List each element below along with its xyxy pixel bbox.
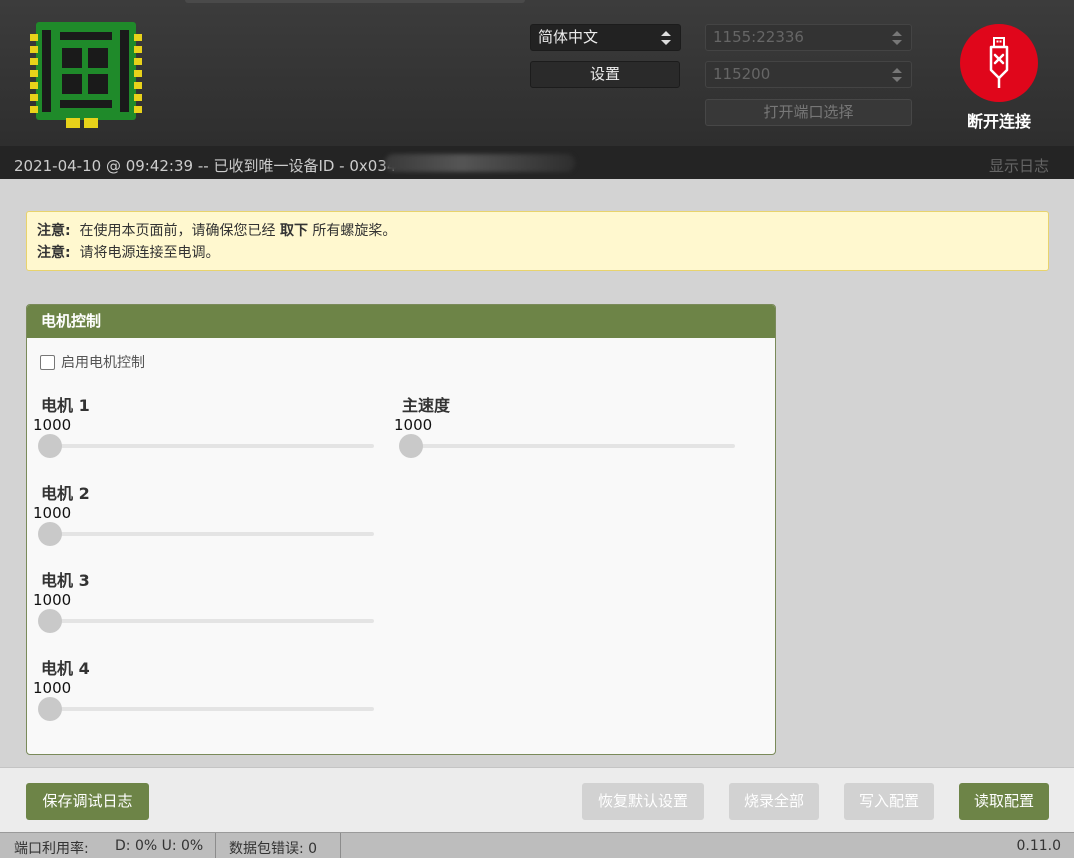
select-arrows-icon bbox=[892, 68, 902, 82]
enable-motor-checkbox[interactable] bbox=[40, 354, 55, 370]
warning-notice: 注意: 在使用本页面前，请确保您已经 取下 所有螺旋桨。 注意: 请将电源连接至… bbox=[26, 211, 1049, 271]
port-select-value: 1155:22336 bbox=[713, 28, 804, 46]
enable-motor-control[interactable]: 启用电机控制 bbox=[40, 352, 145, 372]
packet-errors: 数据包错误: 0 bbox=[229, 841, 318, 857]
motor-2-control: 电机 2 1000 bbox=[27, 480, 374, 550]
show-log-link[interactable]: 显示日志 bbox=[989, 155, 1049, 176]
status-bar: 端口利用率: D: 0% U: 0% 数据包错误: 0 0.11.0 bbox=[0, 832, 1074, 858]
motor-3-control: 电机 3 1000 bbox=[27, 567, 374, 637]
motor-slider-thumb[interactable] bbox=[38, 609, 62, 633]
write-config-button[interactable]: 写入配置 bbox=[844, 783, 934, 820]
notice-prefix: 注意: bbox=[37, 245, 71, 261]
disconnect-button[interactable] bbox=[960, 24, 1038, 102]
motor-1-control: 电机 1 1000 bbox=[27, 392, 374, 462]
redaction-blur bbox=[385, 154, 575, 172]
port-usage-label: 端口利用率: bbox=[14, 841, 89, 857]
motor-4-control: 电机 4 1000 bbox=[27, 655, 374, 725]
notice-prefix: 注意: bbox=[37, 223, 71, 239]
baud-rate-select[interactable]: 115200 bbox=[705, 61, 912, 88]
save-debug-log-button[interactable]: 保存调试日志 bbox=[26, 783, 149, 820]
version: 0.11.0 bbox=[1016, 838, 1061, 854]
notice-bold-text: 取下 bbox=[279, 223, 308, 239]
master-slider-thumb[interactable] bbox=[399, 434, 423, 458]
port-select[interactable]: 1155:22336 bbox=[705, 24, 912, 51]
motor-title: 电机 2 bbox=[41, 484, 90, 503]
esc-board-logo-icon bbox=[30, 22, 142, 128]
select-arrows-icon bbox=[892, 31, 902, 45]
language-select-value: 简体中文 bbox=[538, 28, 599, 46]
notice-text: 请将电源连接至电调。 bbox=[79, 245, 220, 261]
port-usage-value: D: 0% U: 0% bbox=[115, 838, 204, 854]
settings-button[interactable]: 设置 bbox=[530, 61, 680, 88]
header: 简体中文 设置 1155:22336 115200 打开端口选择 断开连接 bbox=[0, 0, 1074, 146]
notice-text: 所有螺旋桨。 bbox=[312, 223, 397, 239]
language-select[interactable]: 简体中文 bbox=[530, 24, 681, 51]
log-message: 2021-04-10 @ 09:42:39 -- 已收到唯一设备ID - 0x0… bbox=[14, 157, 397, 175]
notice-line-1: 注意: 在使用本页面前，请确保您已经 取下 所有螺旋桨。 bbox=[37, 220, 1038, 242]
read-config-button[interactable]: 读取配置 bbox=[959, 783, 1049, 820]
motor-value: 1000 bbox=[33, 679, 72, 697]
notice-line-2: 注意: 请将电源连接至电调。 bbox=[37, 242, 1038, 264]
port-chooser-button[interactable]: 打开端口选择 bbox=[705, 99, 912, 126]
header-top-tab bbox=[185, 0, 525, 3]
panel-title: 电机控制 bbox=[27, 305, 775, 338]
motor-slider-thumb[interactable] bbox=[38, 434, 62, 458]
motor-slider-track[interactable] bbox=[39, 444, 374, 448]
motor-title: 电机 4 bbox=[41, 659, 90, 678]
master-speed-control: 主速度 1000 bbox=[388, 392, 735, 462]
motor-title: 电机 1 bbox=[41, 396, 90, 415]
master-slider-track[interactable] bbox=[400, 444, 735, 448]
motor-value: 1000 bbox=[33, 591, 72, 609]
motor-value: 1000 bbox=[33, 416, 72, 434]
motor-title: 电机 3 bbox=[41, 571, 90, 590]
status-separator bbox=[215, 833, 216, 858]
master-title: 主速度 bbox=[402, 396, 451, 415]
disconnect-label: 断开连接 bbox=[966, 112, 1031, 131]
baud-rate-select-value: 115200 bbox=[713, 65, 771, 83]
motor-slider-track[interactable] bbox=[39, 707, 374, 711]
motor-control-panel: 电机控制 启用电机控制 电机 1 1000 主速度 1000 电机 2 1000… bbox=[26, 304, 776, 755]
usb-disconnect-icon bbox=[989, 37, 1009, 88]
motor-slider-thumb[interactable] bbox=[38, 697, 62, 721]
motor-slider-track[interactable] bbox=[39, 532, 374, 536]
status-separator bbox=[340, 833, 341, 858]
motor-value: 1000 bbox=[33, 504, 72, 522]
log-bar: 2021-04-10 @ 09:42:39 -- 已收到唯一设备ID - 0x0… bbox=[0, 146, 1074, 179]
notice-text: 在使用本页面前，请确保您已经 bbox=[79, 223, 276, 239]
master-value: 1000 bbox=[394, 416, 433, 434]
select-arrows-icon bbox=[661, 31, 671, 45]
restore-defaults-button[interactable]: 恢复默认设置 bbox=[582, 783, 704, 820]
motor-slider-thumb[interactable] bbox=[38, 522, 62, 546]
motor-slider-track[interactable] bbox=[39, 619, 374, 623]
flash-all-button[interactable]: 烧录全部 bbox=[729, 783, 819, 820]
enable-motor-label: 启用电机控制 bbox=[61, 355, 145, 371]
bottom-toolbar: 保存调试日志 恢复默认设置 烧录全部 写入配置 读取配置 bbox=[0, 767, 1074, 832]
